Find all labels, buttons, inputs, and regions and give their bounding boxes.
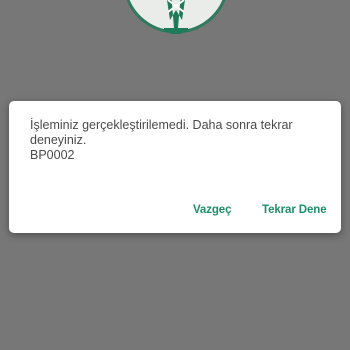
- error-dialog: İşleminiz gerçekleştirilemedi. Daha sonr…: [9, 101, 341, 233]
- cancel-button[interactable]: Vazgeç: [193, 204, 232, 216]
- error-message: İşleminiz gerçekleştirilemedi. Daha sonr…: [30, 118, 325, 163]
- retry-button[interactable]: Tekrar Dene: [262, 204, 327, 216]
- error-message-line: deneyiniz.: [30, 133, 87, 147]
- bank-tree-logo-icon: [126, 0, 226, 34]
- error-message-line: İşleminiz gerçekleştirilemedi. Daha sonr…: [30, 118, 293, 132]
- screen: İşleminiz gerçekleştirilemedi. Daha sonr…: [0, 0, 350, 350]
- error-code: BP0002: [30, 148, 75, 162]
